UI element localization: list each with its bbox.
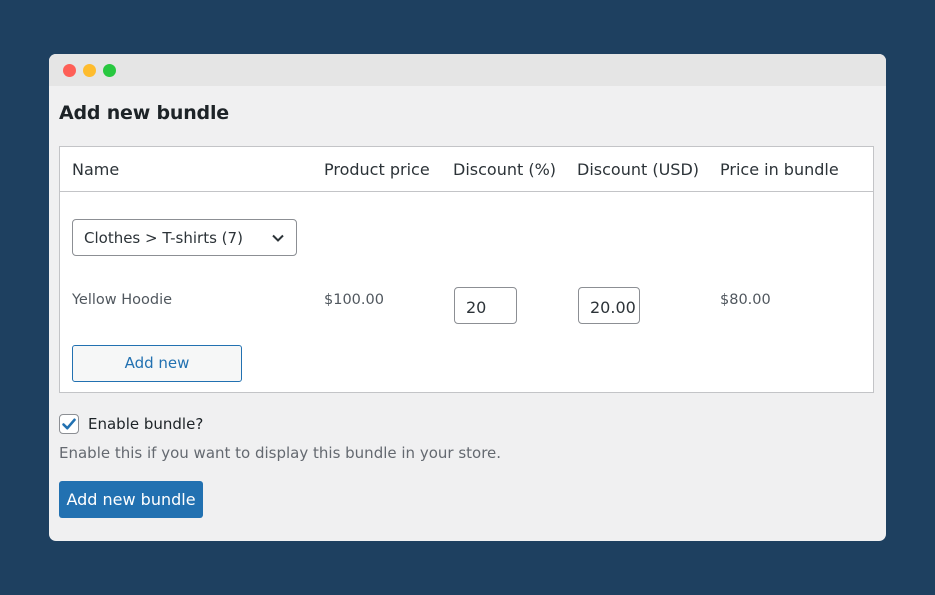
enable-bundle-label[interactable]: Enable bundle?: [88, 415, 203, 433]
page-title: Add new bundle: [59, 102, 229, 124]
table-header: Name Product price Discount (%) Discount…: [60, 147, 873, 192]
add-new-button[interactable]: Add new: [72, 345, 242, 382]
add-new-bundle-button[interactable]: Add new bundle: [59, 481, 203, 518]
bundle-table: Name Product price Discount (%) Discount…: [59, 146, 874, 393]
column-header-product-price: Product price: [324, 160, 430, 179]
column-header-price-in-bundle: Price in bundle: [720, 160, 839, 179]
title-bar: [49, 54, 886, 86]
chevron-down-icon: [272, 234, 284, 242]
column-header-name: Name: [72, 160, 120, 179]
checkmark-icon: [62, 418, 76, 430]
column-header-discount-usd: Discount (USD): [577, 160, 699, 179]
product-name: Yellow Hoodie: [72, 292, 173, 308]
maximize-window-button[interactable]: [103, 64, 116, 77]
enable-bundle-help: Enable this if you want to display this …: [59, 444, 502, 462]
discount-usd-input[interactable]: 20.00: [578, 287, 640, 324]
discount-percent-input[interactable]: 20: [454, 287, 517, 324]
category-select[interactable]: Clothes > T-shirts (7): [72, 219, 297, 256]
category-select-value: Clothes > T-shirts (7): [84, 229, 243, 247]
minimize-window-button[interactable]: [83, 64, 96, 77]
enable-bundle-checkbox[interactable]: [59, 414, 79, 434]
column-header-discount-percent: Discount (%): [453, 160, 557, 179]
app-window: Add new bundle Name Product price Discou…: [49, 54, 886, 541]
product-price: $100.00: [324, 292, 384, 308]
close-window-button[interactable]: [63, 64, 76, 77]
price-in-bundle: $80.00: [720, 292, 771, 308]
